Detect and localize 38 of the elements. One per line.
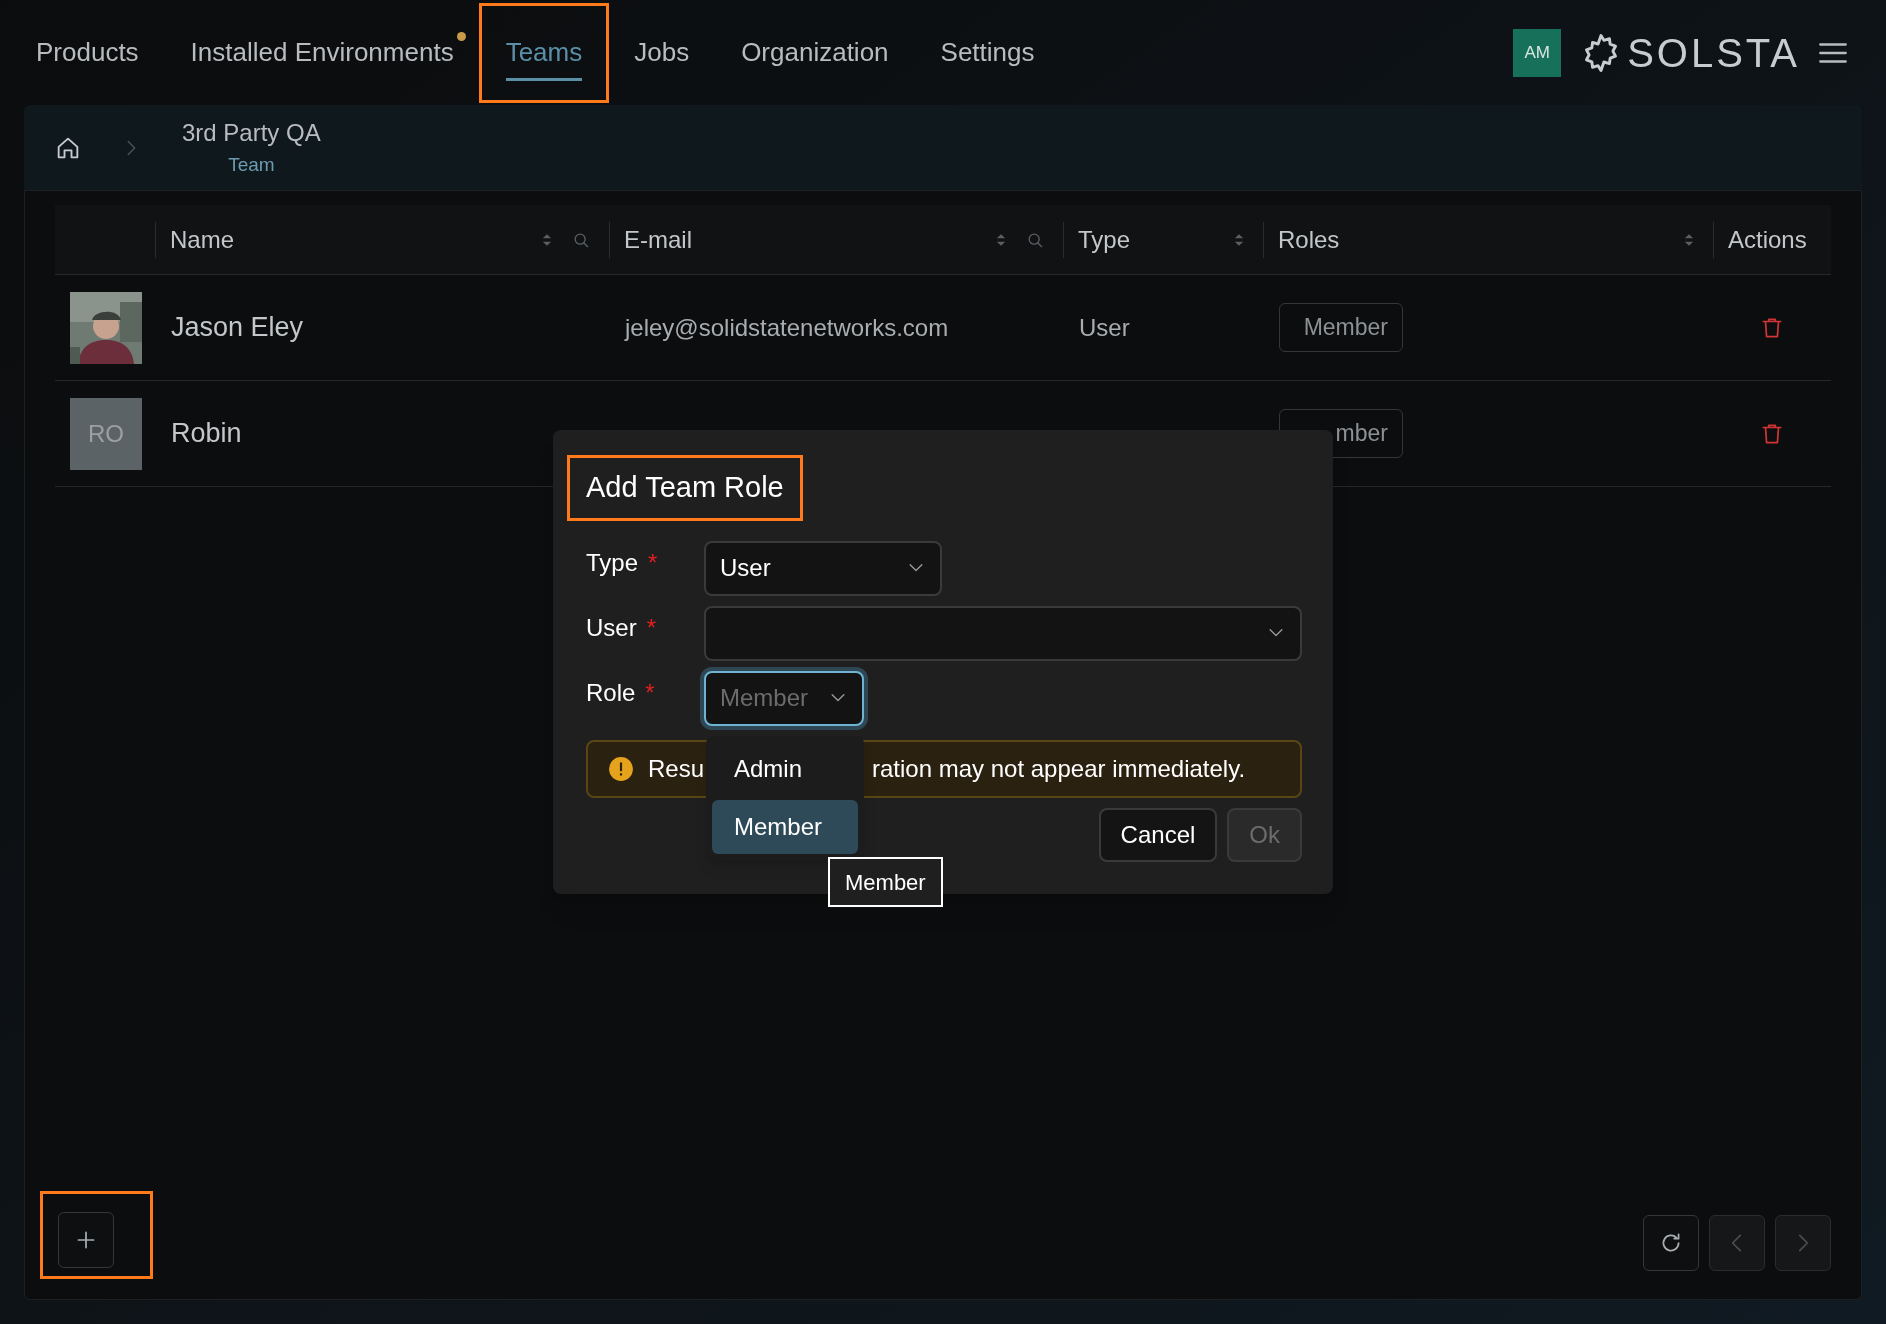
member-name: Jason Eley	[171, 312, 304, 343]
field-label: User	[586, 612, 637, 643]
nav-tab[interactable]: Jobs	[634, 24, 690, 81]
breadcrumb-subtitle: Team	[228, 153, 275, 178]
member-name: Robin	[171, 418, 242, 449]
alert-message: Resu	[648, 754, 705, 782]
alert-message: ration may not appear immediately.	[872, 753, 1246, 784]
logo-text: SOLSTA	[1627, 32, 1800, 73]
column-header: Actions	[1728, 224, 1808, 255]
nav-tab[interactable]: Products	[36, 24, 139, 81]
field-label: Type	[586, 547, 639, 578]
field-label: Role	[586, 677, 636, 708]
dialog-title: Add Team Role	[586, 471, 784, 503]
nav-tab[interactable]: Installed Environments	[190, 24, 454, 81]
user-avatar[interactable]: AM	[1513, 28, 1562, 77]
member-type: User	[1079, 313, 1130, 341]
breadcrumb-title: 3rd Party QA	[182, 118, 321, 149]
column-header: Name	[170, 224, 236, 255]
required-mark: *	[646, 612, 656, 643]
column-header: Roles	[1278, 224, 1341, 255]
dropdown-option[interactable]: Member	[712, 800, 858, 854]
dropdown-option[interactable]: Admin	[712, 742, 858, 796]
required-mark: *	[645, 677, 655, 708]
refresh-button[interactable]	[1643, 1215, 1699, 1271]
nav-tab[interactable]: Teams	[505, 24, 583, 81]
role-tag: Member	[1279, 303, 1403, 352]
select-field[interactable]	[704, 605, 1302, 661]
column-header: Type	[1078, 224, 1132, 255]
nav-tab[interactable]: Organization	[741, 24, 889, 81]
select-field[interactable]: User	[704, 540, 942, 596]
dialog-button[interactable]: Cancel	[1098, 807, 1218, 862]
nav-tab[interactable]: Settings	[940, 24, 1035, 81]
column-header: E-mail	[624, 224, 693, 255]
member-email: jeley@solidstatenetworks.com	[625, 313, 949, 341]
user-avatar: RO	[70, 397, 142, 470]
required-mark: *	[648, 547, 658, 578]
warning-icon	[608, 755, 634, 782]
tooltip: Member	[828, 857, 943, 907]
